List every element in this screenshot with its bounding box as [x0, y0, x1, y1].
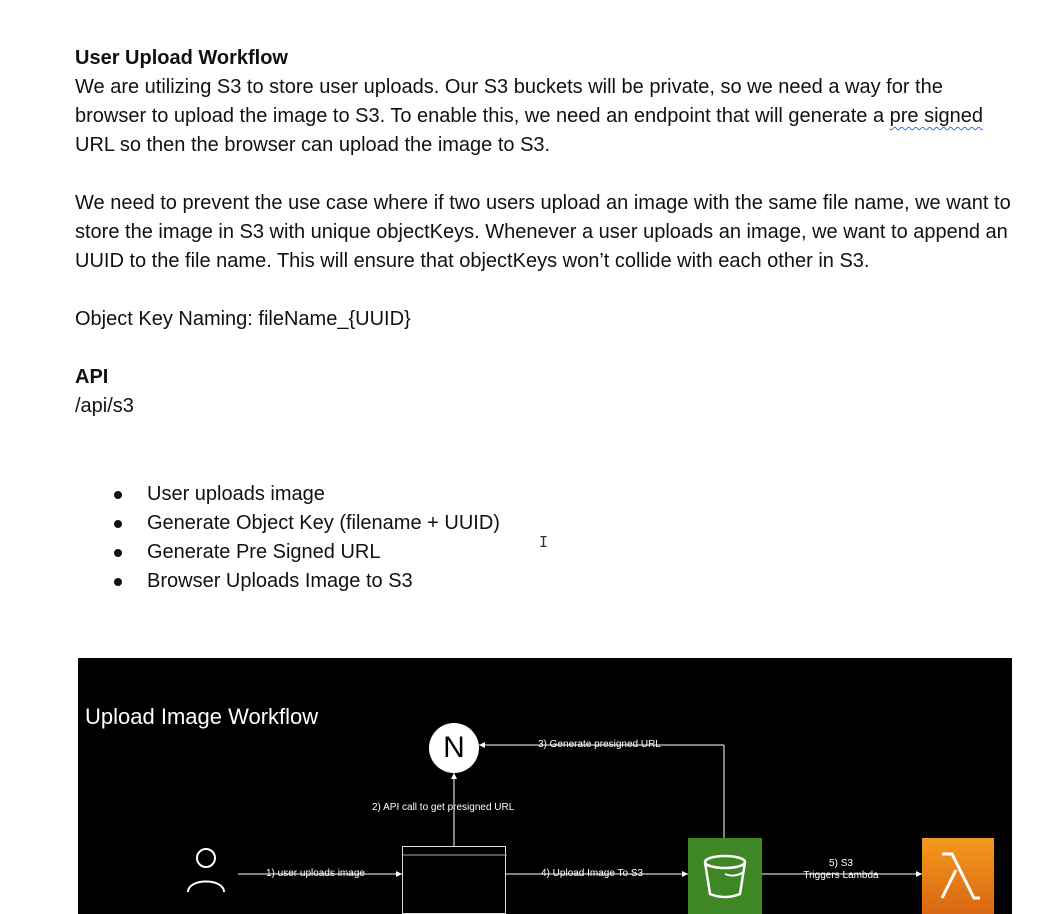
list-item: Generate Object Key (filename + UUID) — [110, 509, 500, 538]
paragraph-intro: We are utilizing S3 to store user upload… — [75, 73, 1015, 160]
list-item: Browser Uploads Image to S3 — [110, 567, 500, 596]
paragraph-intro-text-2: URL so then the browser can upload the i… — [75, 134, 551, 156]
text-cursor-icon: I — [539, 533, 549, 551]
document-body: User Upload Workflow We are utilizing S3… — [75, 44, 1015, 421]
api-path: /api/s3 — [75, 395, 134, 417]
step-2-label: 2) API call to get presigned URL — [372, 802, 515, 813]
user-icon — [184, 846, 228, 896]
step-5-line-1: 5) S3 — [829, 858, 853, 869]
step-5-label: 5) S3 Triggers Lambda — [796, 858, 886, 882]
lambda-icon — [922, 838, 994, 914]
api-heading: API — [75, 366, 109, 388]
step-3-label: 3) Generate presigned URL — [538, 739, 661, 750]
doc-heading: User Upload Workflow — [75, 47, 288, 69]
list-item: Generate Pre Signed URL — [110, 538, 500, 567]
step-4-label: 4) Upload Image To S3 — [541, 868, 644, 879]
paragraph-intro-text-1: We are utilizing S3 to store user upload… — [75, 76, 943, 127]
step-1-label: 1) user uploads image — [266, 868, 365, 879]
s3-bucket-icon — [688, 838, 762, 914]
list-item: User uploads image — [110, 480, 500, 509]
browser-window-icon — [402, 846, 507, 914]
spellcheck-word[interactable]: pre signed — [890, 105, 983, 127]
nextjs-icon: N — [429, 723, 479, 773]
step-5-line-2: Triggers Lambda — [803, 870, 879, 881]
paragraph-uuid: We need to prevent the use case where if… — [75, 192, 1011, 272]
object-key-naming: Object Key Naming: fileName_{UUID} — [75, 308, 411, 330]
workflow-diagram: Upload Image Workflow N 1) user uploads … — [78, 658, 1012, 914]
steps-list: User uploads image Generate Object Key (… — [110, 480, 500, 596]
